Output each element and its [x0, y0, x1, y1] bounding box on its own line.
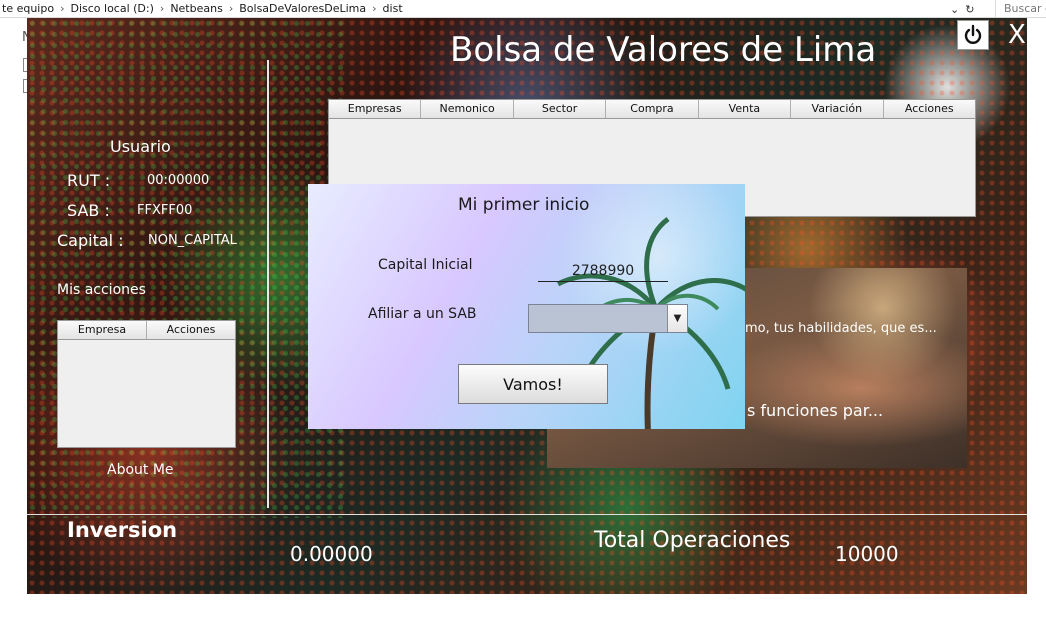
table-header: Empresa Acciones — [58, 321, 235, 340]
column-header-variacion[interactable]: Variación — [791, 100, 884, 118]
usuario-label: Usuario — [110, 137, 171, 156]
refresh-icon[interactable]: ↻ — [965, 3, 974, 16]
dialog-title: Mi primer inicio — [458, 195, 590, 215]
inversion-label: Inversion — [67, 518, 178, 542]
horizontal-divider — [27, 514, 1027, 515]
chevron-down-icon[interactable]: ⌄ — [950, 3, 959, 16]
chevron-right-icon: › — [159, 2, 165, 15]
total-operaciones-value: 10000 — [835, 542, 899, 566]
power-icon — [964, 24, 982, 44]
breadcrumb-item[interactable]: dist — [383, 2, 403, 15]
column-header-empresas[interactable]: Empresas — [329, 100, 422, 118]
breadcrumb-item[interactable]: BolsaDeValoresDeLima — [239, 2, 366, 15]
chevron-right-icon: › — [228, 2, 234, 15]
news-text: s funciones par... — [747, 401, 884, 420]
afiliar-sab-label: Afiliar a un SAB — [368, 306, 477, 322]
column-header-venta[interactable]: Venta — [698, 100, 792, 118]
column-header-nemonico[interactable]: Nemonico — [421, 100, 514, 118]
sab-select[interactable]: ▼ — [528, 304, 688, 333]
column-header-acciones[interactable]: Acciones — [883, 100, 975, 118]
close-button[interactable]: X — [1008, 20, 1026, 50]
capital-label: Capital : — [57, 231, 124, 250]
sab-value: FFXFF00 — [137, 203, 193, 218]
address-controls: ⌄ ↻ — [950, 0, 990, 18]
table-header: Empresas Nemonico Sector Compra Venta Va… — [329, 100, 975, 119]
vertical-divider — [267, 60, 269, 508]
app-window: Bolsa de Valores de Lima X Usuario RUT :… — [27, 18, 1027, 594]
breadcrumb-item[interactable]: te equipo — [2, 2, 54, 15]
column-header-compra[interactable]: Compra — [606, 100, 699, 118]
breadcrumb-item[interactable]: Disco local (D:) — [70, 2, 153, 15]
explorer-address-bar: te equipo › Disco local (D:) › Netbeans … — [0, 0, 1046, 18]
total-operaciones-label: Total Operaciones — [594, 528, 791, 553]
mis-acciones-label: Mis acciones — [57, 282, 146, 298]
app-title: Bolsa de Valores de Lima — [450, 30, 877, 70]
capital-value: NON_CAPITAL — [148, 233, 237, 248]
first-start-dialog: Mi primer inicio Capital Inicial Afiliar… — [308, 184, 745, 429]
column-header-empresa[interactable]: Empresa — [58, 321, 147, 339]
dropdown-arrow-icon[interactable]: ▼ — [667, 305, 687, 332]
mis-acciones-table[interactable]: Empresa Acciones — [57, 320, 236, 448]
about-me-link[interactable]: About Me — [107, 462, 174, 478]
vamos-button[interactable]: Vamos! — [458, 364, 608, 404]
capital-inicial-label: Capital Inicial — [378, 257, 473, 273]
chevron-right-icon: › — [372, 2, 377, 15]
search-input[interactable]: Buscar e — [995, 0, 1046, 18]
power-button[interactable] — [957, 20, 989, 50]
column-header-sector[interactable]: Sector — [513, 100, 607, 118]
breadcrumb: te equipo › Disco local (D:) › Netbeans … — [2, 2, 403, 15]
breadcrumb-item[interactable]: Netbeans — [170, 2, 223, 15]
column-header-acciones[interactable]: Acciones — [147, 321, 235, 339]
chevron-right-icon: › — [60, 2, 65, 15]
sab-label: SAB : — [67, 201, 110, 220]
capital-inicial-input[interactable] — [538, 260, 668, 282]
news-text: mo, tus habilidades, que es... — [745, 321, 937, 336]
rut-value: 00:00000 — [147, 173, 210, 188]
inversion-value: 0.00000 — [290, 542, 373, 566]
rut-label: RUT : — [67, 171, 111, 190]
